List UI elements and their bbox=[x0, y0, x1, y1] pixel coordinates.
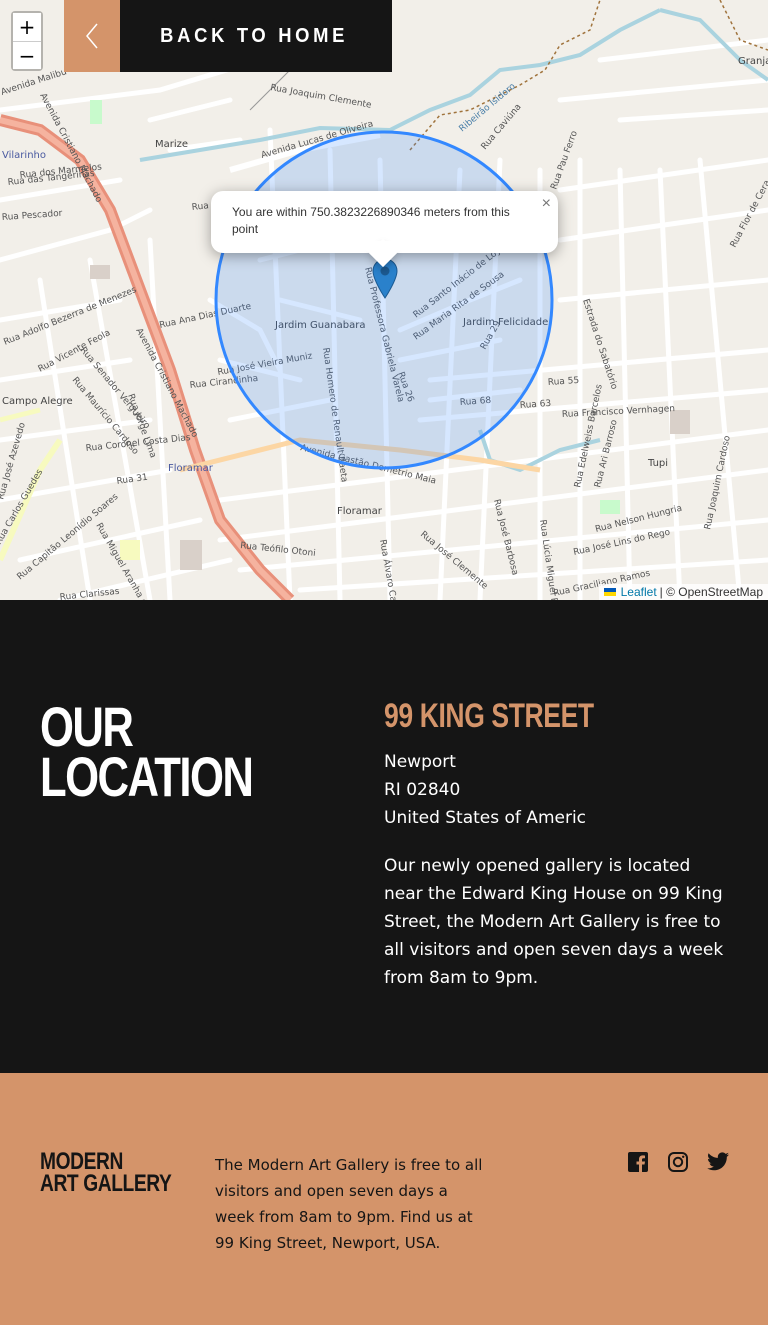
location-description: Our newly opened gallery is located near… bbox=[384, 856, 724, 988]
location-section: OUR LOCATION 99 KING STREET Newport RI 0… bbox=[0, 600, 768, 1073]
twitter-icon bbox=[707, 1152, 729, 1171]
ukraine-flag-icon bbox=[603, 588, 616, 596]
zoom-in-button[interactable]: + bbox=[13, 13, 41, 41]
leaflet-link[interactable]: Leaflet bbox=[621, 584, 657, 600]
map-label-granja: Granja bbox=[738, 56, 768, 67]
location-title-line2: LOCATION bbox=[40, 745, 254, 808]
instagram-link[interactable] bbox=[667, 1151, 689, 1173]
map-label-marize: Marize bbox=[155, 139, 188, 150]
location-title: OUR LOCATION bbox=[40, 699, 254, 808]
back-to-home-label: BACK TO HOME bbox=[160, 24, 349, 47]
zoom-control: + − bbox=[11, 11, 43, 71]
map-attribution: Leaflet | © OpenStreetMap bbox=[598, 584, 768, 600]
chevron-left-icon bbox=[86, 23, 98, 49]
zoom-out-button[interactable]: − bbox=[13, 41, 41, 69]
footer: MODERN ART GALLERY The Modern Art Galler… bbox=[0, 1073, 768, 1325]
address-city: Newport bbox=[384, 752, 456, 772]
accuracy-circle bbox=[214, 130, 554, 470]
back-label-box[interactable]: BACK TO HOME bbox=[120, 0, 393, 72]
address-country: United States of Americ bbox=[384, 808, 587, 828]
footer-logo[interactable]: MODERN ART GALLERY bbox=[40, 1150, 172, 1197]
map-label-tupi: Tupi bbox=[647, 458, 668, 469]
back-arrow-button[interactable] bbox=[64, 0, 120, 72]
popup-close-button[interactable]: × bbox=[542, 195, 551, 213]
map-tiles: Vilarinho Floramar Jardim Guanabara Jard… bbox=[0, 0, 768, 600]
map-label-floramar-2: Floramar bbox=[337, 506, 383, 517]
map[interactable]: Vilarinho Floramar Jardim Guanabara Jard… bbox=[0, 0, 768, 600]
popup-text: You are within 750.3823226890346 meters … bbox=[232, 205, 510, 236]
map-label-floramar: Floramar bbox=[168, 463, 214, 474]
map-label-campo-alegre: Campo Alegre bbox=[2, 396, 73, 407]
osm-attribution: | © OpenStreetMap bbox=[659, 585, 763, 599]
facebook-icon bbox=[628, 1152, 648, 1172]
twitter-link[interactable] bbox=[707, 1152, 729, 1174]
address: Newport RI 02840 United States of Americ bbox=[384, 748, 586, 832]
address-zip: RI 02840 bbox=[384, 780, 461, 800]
facebook-link[interactable] bbox=[627, 1151, 649, 1173]
instagram-icon bbox=[668, 1152, 688, 1172]
back-to-home-link[interactable]: BACK TO HOME bbox=[64, 0, 393, 72]
footer-logo-line2: ART GALLERY bbox=[40, 1170, 172, 1197]
street-heading: 99 KING STREET bbox=[384, 697, 594, 735]
location-popup: You are within 750.3823226890346 meters … bbox=[211, 191, 558, 268]
footer-text: The Modern Art Gallery is free to all vi… bbox=[215, 1156, 483, 1252]
map-label-vilarinho: Vilarinho bbox=[2, 150, 46, 161]
